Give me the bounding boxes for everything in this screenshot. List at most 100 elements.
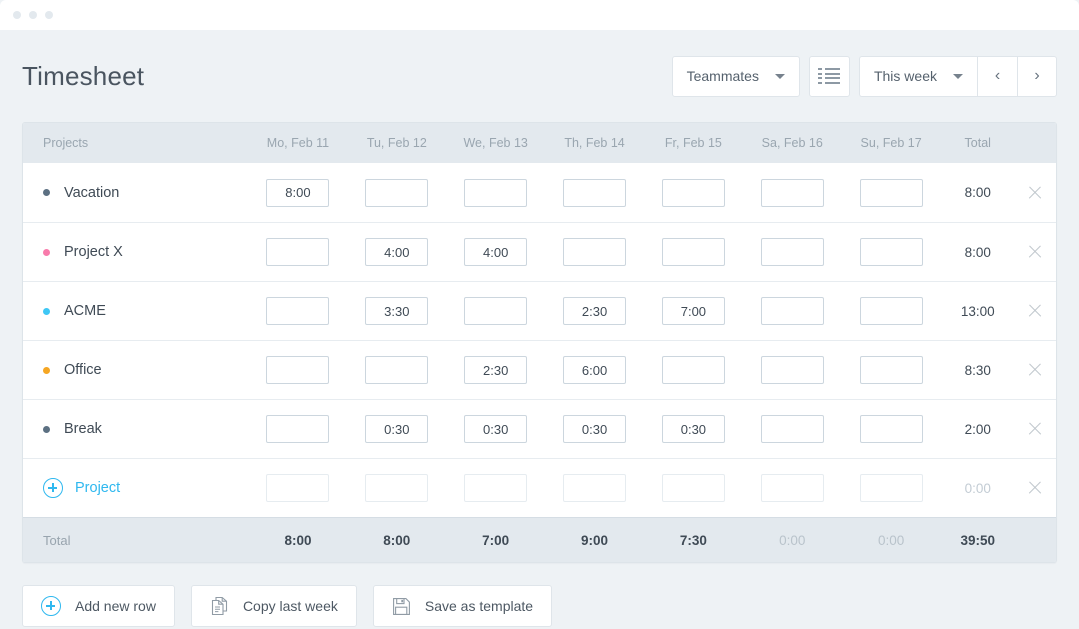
project-name[interactable]: ACME	[64, 303, 106, 319]
time-cell	[347, 415, 446, 443]
window-dot-close[interactable]	[13, 11, 21, 19]
time-input-r0-d6[interactable]	[859, 178, 923, 207]
project-name[interactable]: Break	[64, 421, 102, 437]
time-input-r4-d5[interactable]	[760, 415, 824, 443]
time-cell	[842, 415, 941, 443]
time-cell	[842, 356, 941, 384]
time-input-r0-d0[interactable]	[266, 178, 330, 207]
time-input-r4-d1[interactable]	[365, 415, 429, 443]
project-name[interactable]: Vacation	[64, 185, 119, 201]
time-input-r1-d1[interactable]	[365, 238, 429, 266]
close-icon[interactable]	[1027, 244, 1043, 260]
project-color-dot	[43, 189, 50, 196]
project-name[interactable]: Office	[64, 362, 102, 378]
header-controls: Teammates This week ‹ ›	[671, 55, 1057, 97]
add-project-button[interactable]: Project	[43, 478, 120, 498]
window-dot-maximize[interactable]	[45, 11, 53, 19]
close-icon[interactable]	[1027, 303, 1043, 319]
time-input-r2-d2[interactable]	[464, 297, 528, 325]
delete-row-cell	[1015, 480, 1056, 496]
project-cell: Office	[23, 362, 249, 378]
time-cell	[347, 474, 446, 502]
time-input-r2-d0[interactable]	[266, 297, 330, 325]
add-new-row-button[interactable]: Add new row	[22, 585, 175, 627]
project-cell: Project X	[23, 244, 249, 260]
time-input-r2-d3[interactable]	[563, 297, 627, 325]
delete-row-cell	[1015, 244, 1056, 260]
time-input-r1-d4[interactable]	[661, 238, 725, 266]
week-range-dropdown[interactable]: This week	[858, 55, 977, 97]
delete-row-cell	[1015, 303, 1056, 319]
table-row: Break 2:00	[23, 399, 1056, 458]
time-input-rnew-d6[interactable]	[859, 474, 923, 502]
time-input-r1-d2[interactable]	[464, 238, 528, 266]
time-input-r2-d4[interactable]	[661, 297, 725, 325]
previous-week-button[interactable]: ‹	[977, 55, 1017, 97]
time-cell	[842, 238, 941, 266]
time-input-rnew-d4[interactable]	[661, 474, 725, 502]
time-input-rnew-d5[interactable]	[760, 474, 824, 502]
time-input-rnew-d1[interactable]	[365, 474, 429, 502]
delete-row-cell	[1015, 421, 1056, 437]
time-cell	[644, 415, 743, 443]
time-input-r0-d2[interactable]	[464, 178, 528, 207]
time-input-r2-d6[interactable]	[859, 297, 923, 325]
time-cell	[545, 415, 644, 443]
save-as-template-button[interactable]: Save as template	[372, 585, 553, 627]
time-input-r3-d1[interactable]	[365, 356, 429, 384]
next-week-button[interactable]: ›	[1017, 55, 1057, 97]
week-navigation-group: This week ‹ ›	[858, 55, 1057, 97]
list-icon	[818, 68, 841, 84]
time-input-r2-d1[interactable]	[365, 297, 429, 325]
add-row-total: 0:00	[964, 480, 991, 496]
column-header-day-0: Mo, Feb 11	[266, 136, 330, 150]
time-input-r4-d4[interactable]	[661, 415, 725, 443]
row-total: 8:00	[964, 244, 991, 260]
time-input-r3-d4[interactable]	[661, 356, 725, 384]
time-input-r3-d5[interactable]	[760, 356, 824, 384]
project-name[interactable]: Project X	[64, 244, 123, 260]
time-cell	[842, 297, 941, 325]
time-cell	[446, 297, 545, 325]
time-input-r3-d2[interactable]	[464, 356, 528, 384]
time-input-r3-d6[interactable]	[859, 356, 923, 384]
time-input-r4-d2[interactable]	[464, 415, 528, 443]
chevron-down-icon	[774, 73, 785, 79]
close-icon[interactable]	[1027, 421, 1043, 437]
time-cell	[446, 356, 545, 384]
time-input-r4-d6[interactable]	[859, 415, 923, 443]
column-header-day-2: We, Feb 13	[463, 136, 528, 150]
time-input-rnew-d3[interactable]	[563, 474, 627, 502]
close-icon[interactable]	[1027, 362, 1043, 378]
time-input-r4-d0[interactable]	[266, 415, 330, 443]
time-cell	[249, 238, 348, 266]
time-input-r4-d3[interactable]	[563, 415, 627, 443]
time-cell	[842, 178, 941, 207]
window-dot-minimize[interactable]	[29, 11, 37, 19]
time-cell	[743, 415, 842, 443]
row-total: 13:00	[960, 303, 995, 319]
timesheet-table: Projects Mo, Feb 11 Tu, Feb 12 We, Feb 1…	[22, 122, 1057, 563]
time-input-r2-d5[interactable]	[760, 297, 824, 325]
time-input-rnew-d2[interactable]	[464, 474, 528, 502]
time-cell	[347, 238, 446, 266]
time-input-r0-d5[interactable]	[760, 178, 824, 207]
project-cell: ACME	[23, 303, 249, 319]
time-input-r0-d1[interactable]	[365, 178, 429, 207]
time-input-r1-d0[interactable]	[266, 238, 330, 266]
time-input-r3-d0[interactable]	[266, 356, 330, 384]
teammates-dropdown[interactable]: Teammates	[671, 55, 800, 97]
time-input-r1-d6[interactable]	[859, 238, 923, 266]
time-input-r0-d3[interactable]	[563, 178, 627, 207]
delete-row-cell	[1015, 185, 1056, 201]
time-input-r3-d3[interactable]	[563, 356, 627, 384]
time-input-r1-d5[interactable]	[760, 238, 824, 266]
copy-last-week-button[interactable]: Copy last week	[190, 585, 357, 627]
list-view-button[interactable]	[808, 55, 850, 97]
close-icon[interactable]	[1027, 185, 1043, 201]
time-input-r0-d4[interactable]	[661, 178, 725, 207]
time-cell	[446, 238, 545, 266]
time-input-rnew-d0[interactable]	[266, 474, 330, 502]
close-icon[interactable]	[1027, 480, 1043, 496]
time-input-r1-d3[interactable]	[563, 238, 627, 266]
